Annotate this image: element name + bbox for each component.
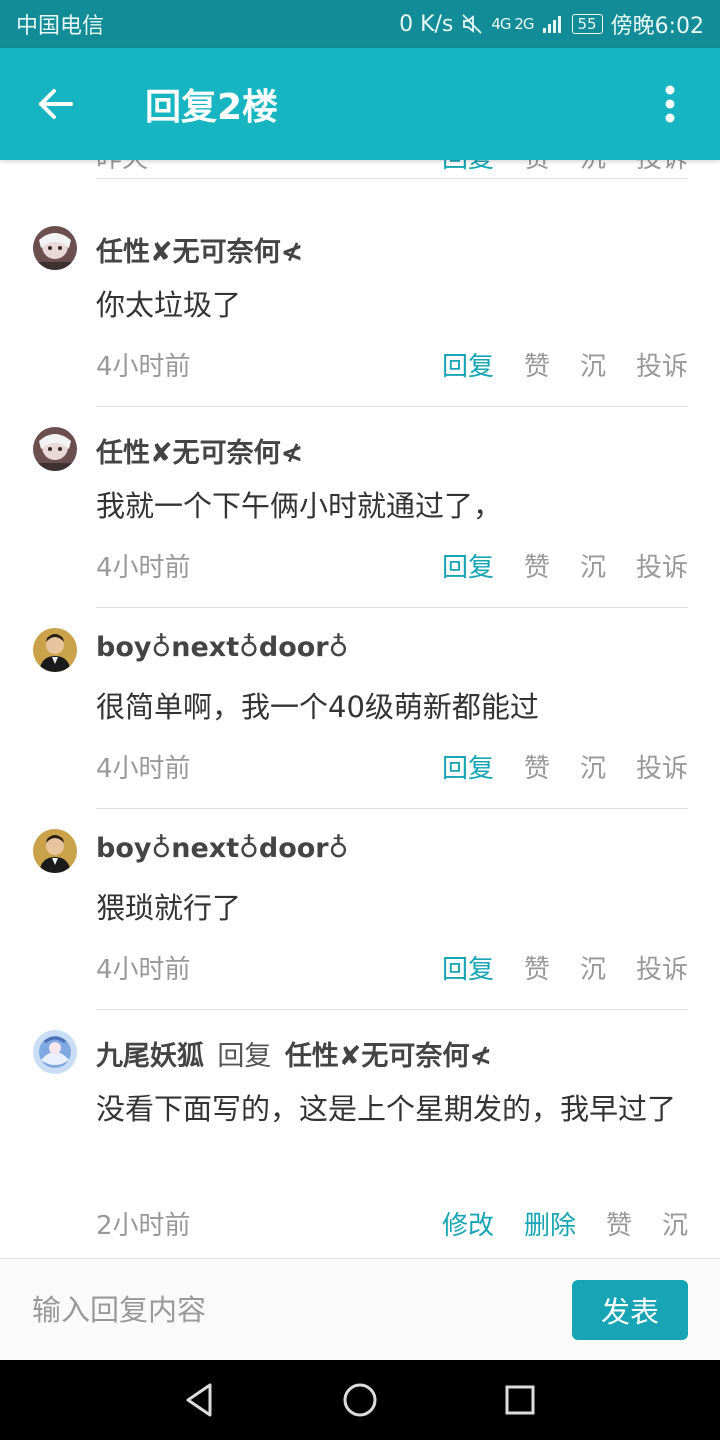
sink-action[interactable]: 沉 — [662, 1205, 688, 1242]
system-nav-bar — [0, 1360, 720, 1440]
like-action[interactable]: 赞 — [524, 547, 550, 584]
like-action[interactable]: 赞 — [524, 949, 550, 986]
status-bar: 中国电信 0 K/s 4G 2G 55 傍晚6:02 — [0, 0, 720, 48]
app-bar: 回复2楼 — [0, 48, 720, 160]
clock: 傍晚6:02 — [610, 14, 704, 39]
comment-time: 4小时前 — [96, 754, 191, 784]
triangle-back-icon[interactable] — [180, 1380, 220, 1420]
comment-username[interactable]: boy♁next♁door♁ — [96, 632, 348, 663]
more-options-button[interactable] — [620, 48, 720, 160]
report-action[interactable]: 投诉 — [636, 160, 688, 175]
delete-action[interactable]: 删除 — [524, 1205, 576, 1242]
divider — [96, 1009, 688, 1010]
sink-action[interactable]: 沉 — [580, 748, 606, 785]
divider — [96, 808, 688, 809]
network-speed: 0 K/s — [399, 11, 454, 37]
comment-text: 猥琐就行了 — [96, 891, 242, 925]
comment-meta: 4小时前 回复 赞 沉 投诉 — [96, 949, 688, 986]
comment-username[interactable]: 九尾妖狐 — [96, 1041, 204, 1072]
comment-meta: 4小时前 回复 赞 沉 投诉 — [96, 547, 688, 584]
sink-action[interactable]: 沉 — [580, 346, 606, 383]
arrow-left-icon — [39, 89, 73, 119]
sink-action[interactable]: 沉 — [580, 160, 606, 175]
comment-time: 4小时前 — [96, 955, 191, 985]
comment-meta: 4小时前 回复 赞 沉 投诉 — [96, 748, 688, 785]
reply-action[interactable]: 回复 — [442, 547, 494, 584]
comment-time: 4小时前 — [96, 352, 191, 382]
comment-username-line: 九尾妖狐 回复 任性✘无可奈何≮ — [96, 1034, 492, 1073]
circle-home-icon[interactable] — [340, 1380, 380, 1420]
send-button[interactable]: 发表 — [572, 1280, 688, 1340]
comment-time: 2小时前 — [96, 1211, 191, 1241]
comment-text: 没看下面写的，这是上个星期发的，我早过了 — [96, 1092, 677, 1126]
like-action[interactable]: 赞 — [524, 748, 550, 785]
reply-target-username[interactable]: 任性✘无可奈何≮ — [285, 1041, 492, 1072]
comment-text: 我就一个下午俩小时就通过了， — [96, 489, 503, 523]
square-recent-icon[interactable] — [500, 1380, 540, 1420]
avatar[interactable] — [33, 829, 77, 873]
sink-action[interactable]: 沉 — [580, 949, 606, 986]
comment-username[interactable]: 任性✘无可奈何≮ — [96, 431, 303, 470]
reply-action[interactable]: 回复 — [442, 949, 494, 986]
comment-list[interactable]: 昨天 回复 赞 沉 投诉 任性✘无可奈何≮ 你太垃圾了 4小时前 回复 赞 沉 … — [0, 160, 720, 1258]
comment-username[interactable]: boy♁next♁door♁ — [96, 833, 348, 864]
reply-action[interactable]: 回复 — [442, 748, 494, 785]
reply-input[interactable]: 输入回复内容 — [32, 1287, 206, 1329]
like-action[interactable]: 赞 — [524, 346, 550, 383]
page-title: 回复2楼 — [145, 87, 279, 128]
comment-username[interactable]: 任性✘无可奈何≮ — [96, 230, 303, 269]
sink-action[interactable]: 沉 — [580, 547, 606, 584]
comment-time: 昨天 — [96, 160, 442, 175]
battery-icon: 55 — [571, 14, 603, 34]
partial-comment-meta: 昨天 回复 赞 沉 投诉 — [96, 160, 688, 179]
reply-action[interactable]: 回复 — [442, 346, 494, 383]
network-type: 4G 2G — [491, 15, 534, 33]
reply-action[interactable]: 回复 — [442, 160, 494, 175]
comment-meta: 4小时前 回复 赞 沉 投诉 — [96, 346, 688, 383]
report-action[interactable]: 投诉 — [636, 547, 688, 584]
avatar[interactable] — [33, 427, 77, 471]
report-action[interactable]: 投诉 — [636, 346, 688, 383]
edit-action[interactable]: 修改 — [442, 1205, 494, 1242]
report-action[interactable]: 投诉 — [636, 949, 688, 986]
avatar[interactable] — [33, 1030, 77, 1074]
comment-text: 你太垃圾了 — [96, 288, 242, 322]
comment-time: 4小时前 — [96, 553, 191, 583]
reply-indicator: 回复 — [217, 1041, 272, 1072]
divider — [96, 607, 688, 608]
mute-icon — [462, 14, 483, 34]
report-action[interactable]: 投诉 — [636, 748, 688, 785]
divider — [96, 406, 688, 407]
reply-input-bar: 输入回复内容 发表 — [0, 1258, 720, 1360]
avatar[interactable] — [33, 226, 77, 270]
carrier-label: 中国电信 — [16, 14, 105, 39]
like-action[interactable]: 赞 — [606, 1205, 632, 1242]
comment-meta: 2小时前 修改 删除 赞 沉 — [96, 1205, 688, 1242]
avatar[interactable] — [33, 628, 77, 672]
back-button[interactable] — [0, 48, 110, 160]
more-vertical-icon — [665, 85, 675, 123]
signal-icon — [542, 16, 561, 33]
like-action[interactable]: 赞 — [524, 160, 550, 175]
comment-text: 很简单啊，我一个40级萌新都能过 — [96, 690, 539, 724]
